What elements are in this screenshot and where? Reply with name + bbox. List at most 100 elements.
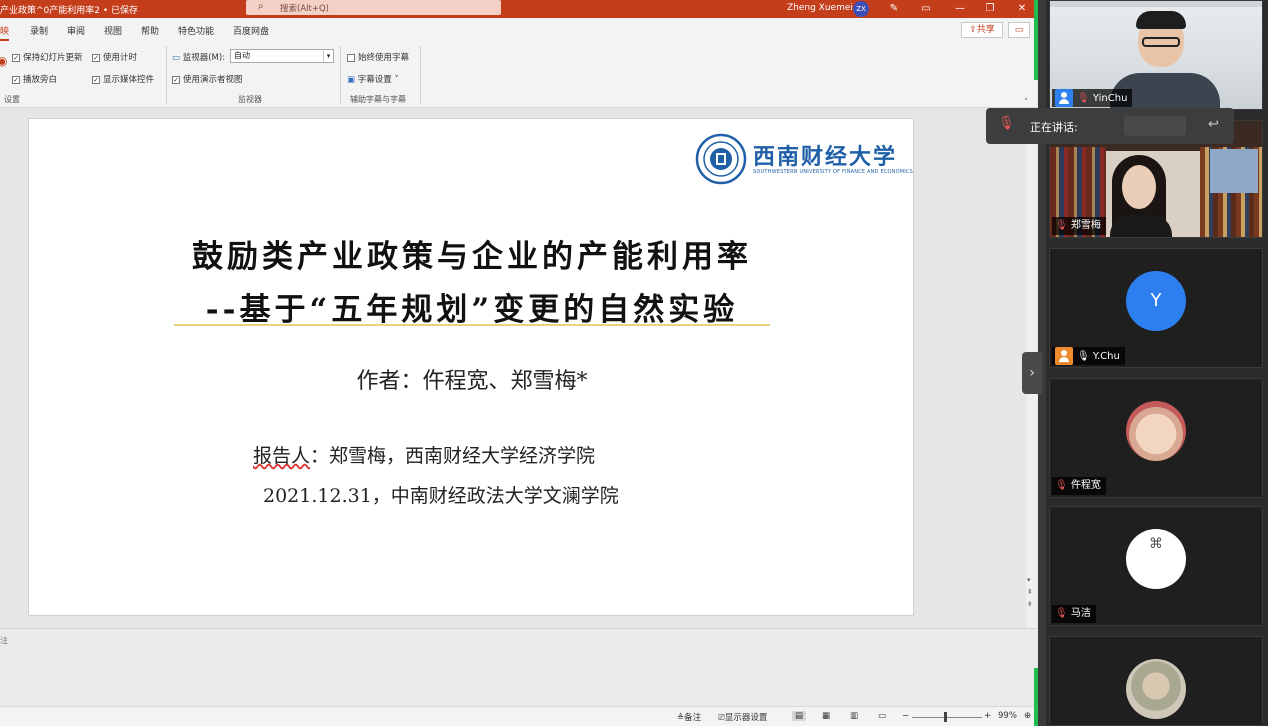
fit-to-window-icon[interactable]: ⊕ <box>1024 711 1031 721</box>
notes-pane[interactable]: 注 <box>0 628 1037 706</box>
ribbon-display-icon[interactable]: ▭ <box>916 1 936 17</box>
zoom-slider-handle[interactable] <box>944 712 947 722</box>
zoom-slider[interactable] <box>912 717 982 718</box>
record-icon[interactable]: ◉ <box>0 54 7 68</box>
slide-sorter-icon[interactable]: ▦ <box>822 711 830 721</box>
participant-label: 🎙 郑雪梅 <box>1052 217 1106 235</box>
search-placeholder: 搜索(Alt+Q) <box>280 4 329 14</box>
zoom-in-icon[interactable]: + <box>984 711 991 721</box>
play-narration-checkbox[interactable]: ✓ 播放旁白 <box>12 73 57 85</box>
return-arrow-icon[interactable]: ↩ <box>1208 117 1219 132</box>
subtitle-settings-icon: ▣ <box>347 75 356 85</box>
group-divider <box>420 46 421 104</box>
speaker-name-blurred <box>1124 116 1186 136</box>
display-settings-button[interactable]: ⎚显示器设置 <box>718 711 767 723</box>
user-name: Zheng Xuemei <box>787 3 853 13</box>
monitor-select[interactable]: 自动 ▾ <box>230 49 334 63</box>
search-box[interactable]: ⌕ 搜索(Alt+Q) <box>246 0 501 15</box>
participant-tile-y-chu[interactable]: Y 🎙 Y.Chu <box>1049 248 1263 368</box>
notes-button[interactable]: ≜备注 <box>677 711 701 723</box>
mic-muted-icon: 🎙 <box>1055 220 1068 231</box>
slide-title-line2: --基于“五年规划”变更的自然实验 <box>205 292 739 328</box>
person-face <box>1122 165 1156 209</box>
tab-baidu-pan[interactable]: 百度网盘 <box>233 24 269 37</box>
title-bar: 产业政策^0产能利用率2 • 已保存 ⌕ 搜索(Alt+Q) Zheng Xue… <box>0 0 1037 18</box>
checkbox-icon: ✓ <box>92 75 100 84</box>
tab-slideshow[interactable]: 映 <box>0 24 10 41</box>
subtitle-settings-label: 字幕设置 <box>357 75 392 85</box>
normal-view-icon[interactable]: ▤ <box>792 711 807 721</box>
next-slide-icon[interactable]: ⇟ <box>1027 600 1033 608</box>
mic-muted-icon: 🎙 <box>998 116 1015 131</box>
use-timer-checkbox[interactable]: ✓ 使用计时 <box>92 51 137 63</box>
checkbox-icon: ✓ <box>12 75 20 84</box>
university-name: 西南财经大学 <box>753 144 898 170</box>
keep-updated-checkbox[interactable]: ✓ 保持幻灯片更新 <box>12 51 83 63</box>
participant-tile-wu-chengkuan[interactable]: 🎙 仵程宽 <box>1049 378 1263 498</box>
user-avatar[interactable]: ZX <box>853 1 869 17</box>
zoom-out-icon[interactable]: − <box>902 711 909 721</box>
antler-icon: ⌘ <box>1149 536 1163 552</box>
monitor-select-value: 自动 <box>234 51 250 60</box>
zoom-level[interactable]: 99% <box>998 711 1017 721</box>
subtitle-settings-button[interactable]: ▣ 字幕设置 ˅ <box>347 73 399 85</box>
slideshow-view-icon[interactable]: ▭ <box>878 711 886 721</box>
group-divider <box>340 46 341 104</box>
restore-icon[interactable]: ❐ <box>980 1 1000 17</box>
notes-hint: 注 <box>0 636 8 645</box>
always-subtitles-checkbox[interactable]: 始终使用字幕 <box>347 51 409 63</box>
tab-help[interactable]: 帮助 <box>141 24 159 37</box>
close-icon[interactable]: ✕ <box>1012 1 1032 17</box>
slide[interactable]: 西南财经大学 SOUTHWESTERN UNIVERSITY OF FINANC… <box>28 118 914 616</box>
checkbox-icon: ✓ <box>92 53 100 62</box>
participant-name: YinChu <box>1092 93 1128 104</box>
display-settings-label: 显示器设置 <box>724 713 768 723</box>
avatar <box>1126 401 1186 461</box>
tab-view[interactable]: 视图 <box>104 24 122 37</box>
tab-record[interactable]: 录制 <box>30 24 48 37</box>
ribbon-tabs: 映 录制 审阅 视图 帮助 特色功能 百度网盘 <box>0 18 1037 42</box>
participant-tile-ma-jie[interactable]: ⌘ 🎙 马洁 <box>1049 506 1263 626</box>
participant-name: 马洁 <box>1070 608 1091 619</box>
comment-button[interactable]: ▭ <box>1008 22 1030 38</box>
checkbox-icon: ✓ <box>172 75 180 84</box>
previous-slide-icon[interactable]: ⇞ <box>1027 588 1033 596</box>
tab-features[interactable]: 特色功能 <box>178 24 214 37</box>
participant-name: Y.Chu <box>1092 351 1120 362</box>
collapse-panel-button[interactable]: › <box>1022 352 1042 394</box>
reading-view-icon[interactable]: ▥ <box>850 711 858 721</box>
pen-icon[interactable]: ✎ <box>884 1 904 17</box>
minimize-icon[interactable]: — <box>950 1 970 17</box>
avatar <box>1126 659 1186 719</box>
participant-tile-yinchu[interactable]: 🎙 YinChu <box>1049 0 1263 110</box>
display-settings-icon: ⎚ <box>718 713 725 723</box>
collapse-ribbon-icon[interactable]: ˄ <box>1024 98 1028 108</box>
group-label-monitor: 监视器 <box>238 95 262 104</box>
notes-label: 备注 <box>684 713 702 723</box>
reporter-detail: ：郑雪梅，西南财经大学经济学院 <box>310 445 596 467</box>
status-bar: ≜备注 ⎚显示器设置 ▤ ▦ ▥ ▭ − + 99% ⊕ <box>0 706 1037 726</box>
chevron-right-icon: › <box>1029 365 1035 381</box>
share-button[interactable]: ⇪共享 <box>961 22 1003 38</box>
use-timer-label: 使用计时 <box>103 53 138 63</box>
screen: 产业政策^0产能利用率2 • 已保存 ⌕ 搜索(Alt+Q) Zheng Xue… <box>0 0 1268 726</box>
show-media-controls-checkbox[interactable]: ✓ 显示媒体控件 <box>92 73 154 85</box>
mic-icon: 🎙 <box>1077 351 1090 362</box>
presenter-view-checkbox[interactable]: ✓ 使用演示者视图 <box>172 73 243 85</box>
person-hair <box>1136 11 1186 29</box>
title-underline <box>174 324 770 326</box>
show-media-controls-label: 显示媒体控件 <box>103 75 155 85</box>
mic-muted-icon: 🎙 <box>1055 608 1068 619</box>
scroll-down-icon[interactable]: ▾ <box>1027 576 1031 584</box>
speaking-indicator: 🎙 正在讲话: ↩ <box>986 108 1234 144</box>
participant-tile-6[interactable] <box>1049 636 1263 726</box>
participant-label: 🎙 仵程宽 <box>1052 477 1106 495</box>
checkbox-icon <box>347 53 355 62</box>
person-body <box>1110 215 1172 237</box>
participant-label: 🎙 马洁 <box>1052 605 1096 623</box>
tab-review[interactable]: 审阅 <box>67 24 85 37</box>
avatar: ⌘ <box>1126 529 1186 589</box>
window-view <box>1210 149 1258 193</box>
monitor-label-text: 监视器(M): <box>182 53 226 63</box>
user-icon-orange <box>1055 347 1073 365</box>
